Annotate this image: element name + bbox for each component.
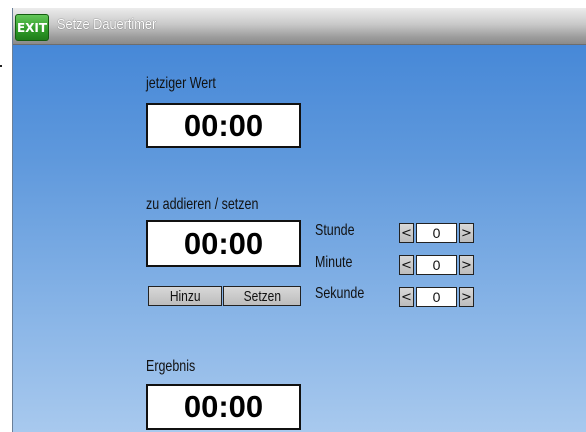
hour-value[interactable]: 0 bbox=[416, 223, 457, 243]
exit-button[interactable]: EXIT bbox=[15, 14, 49, 41]
minute-spinner: < 0 > bbox=[399, 255, 474, 275]
hour-increment-button[interactable]: > bbox=[459, 223, 474, 243]
current-value-label: jetziger Wert bbox=[146, 75, 216, 92]
minute-increment-button[interactable]: > bbox=[459, 255, 474, 275]
second-decrement-button[interactable]: < bbox=[399, 287, 414, 307]
timer-screen: EXIT Setze Dauertimer jetziger Wert 00:0… bbox=[12, 8, 586, 432]
result-value-display: 00:00 bbox=[146, 384, 301, 430]
minute-label: Minute bbox=[315, 254, 353, 271]
title-bar: EXIT Setze Dauertimer bbox=[13, 8, 586, 45]
hour-label: Stunde bbox=[315, 222, 355, 239]
corner-dot bbox=[0, 65, 2, 67]
current-value-display: 00:00 bbox=[146, 103, 301, 148]
second-increment-button[interactable]: > bbox=[459, 287, 474, 307]
minute-value[interactable]: 0 bbox=[416, 255, 457, 275]
result-label: Ergebnis bbox=[146, 358, 196, 375]
window-title: Setze Dauertimer bbox=[57, 16, 157, 33]
second-spinner: < 0 > bbox=[399, 287, 474, 307]
set-button[interactable]: Setzen bbox=[223, 286, 301, 306]
second-label: Sekunde bbox=[315, 285, 365, 302]
second-value[interactable]: 0 bbox=[416, 287, 457, 307]
adjust-value-display: 00:00 bbox=[146, 220, 301, 267]
add-button[interactable]: Hinzu bbox=[148, 286, 222, 306]
minute-decrement-button[interactable]: < bbox=[399, 255, 414, 275]
adjust-label: zu addieren / setzen bbox=[146, 196, 259, 213]
hour-spinner: < 0 > bbox=[399, 223, 474, 243]
hour-decrement-button[interactable]: < bbox=[399, 223, 414, 243]
